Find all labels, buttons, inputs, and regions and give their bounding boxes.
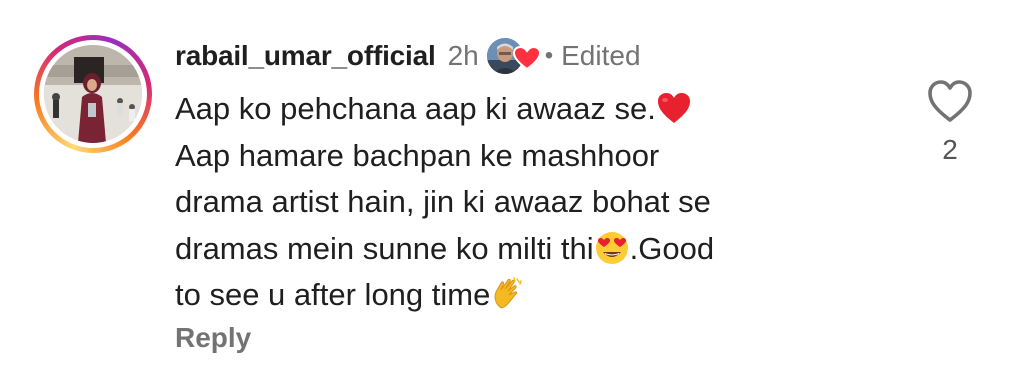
comment-line: Aap hamare bachpan ke mashhoor (175, 137, 660, 173)
comment-body: Aap ko pehchana aap ki awaaz se. Aap ham… (175, 86, 875, 319)
heart-eyes-emoji-icon (595, 231, 628, 264)
comment-line: Aap ko pehchana aap ki awaaz se. (175, 86, 875, 133)
username-link[interactable]: rabail_umar_official (175, 40, 436, 72)
like-count[interactable]: 2 (930, 134, 970, 166)
comment-line: to see u after long time (175, 272, 875, 319)
separator-dot: • (544, 42, 554, 69)
comment-item: rabail_umar_official 2h • Edited Aap ko … (0, 0, 1024, 384)
heart-icon (512, 46, 541, 70)
avatar-image (44, 45, 142, 143)
like-heart-icon[interactable] (926, 78, 974, 124)
comment-line: dramas mein sunne ko milti thi .Good (175, 230, 715, 266)
story-ring[interactable] (34, 35, 152, 153)
avatar[interactable] (44, 45, 142, 143)
liked-by-author-badge (486, 36, 543, 76)
timestamp: 2h (447, 40, 479, 71)
comment-header: rabail_umar_official 2h • Edited (175, 34, 641, 78)
reply-button[interactable]: Reply (175, 322, 251, 354)
clapping-hands-emoji-icon (494, 277, 523, 309)
comment-line: drama artist hain, jin ki awaaz bohat se (175, 184, 711, 219)
avatar-border (39, 40, 147, 148)
red-heart-emoji-icon (657, 93, 690, 123)
edited-label: Edited (561, 40, 641, 71)
